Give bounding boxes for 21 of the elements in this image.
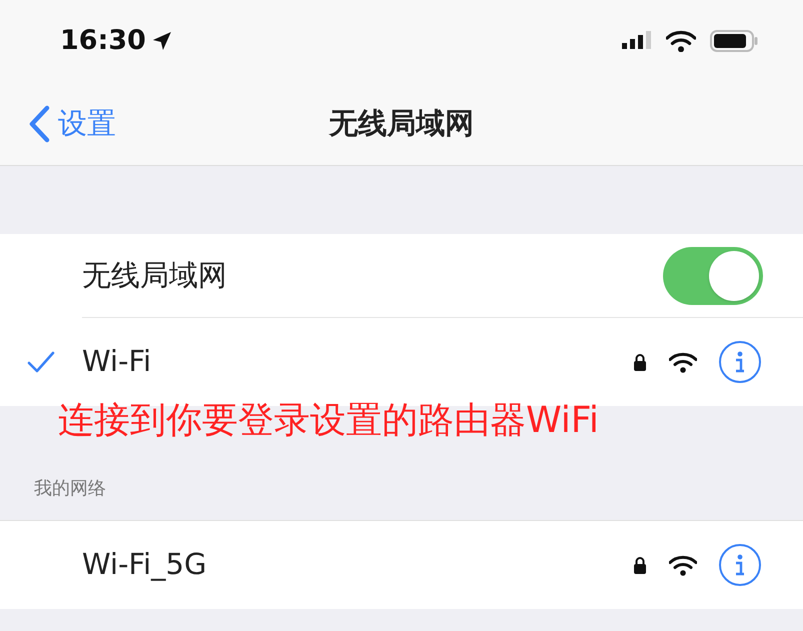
network-name: Wi-Fi xyxy=(82,343,152,380)
info-icon xyxy=(733,553,747,577)
checkmark-icon xyxy=(26,350,56,374)
wifi-icon xyxy=(669,352,697,372)
info-icon xyxy=(733,350,747,374)
info-button[interactable] xyxy=(719,544,761,586)
info-button[interactable] xyxy=(719,341,761,383)
location-arrow-icon xyxy=(152,31,172,51)
screen-title: 无线局域网 xyxy=(329,104,474,142)
network-name: Wi-Fi_5G xyxy=(82,546,208,584)
chevron-left-icon xyxy=(28,104,50,142)
wifi-toggle-label: 无线局域网 xyxy=(82,256,228,294)
network-row[interactable]: Wi-Fi_5G xyxy=(0,521,803,609)
battery-icon xyxy=(710,30,758,52)
section-header: 我的网络 xyxy=(34,477,107,501)
clock-time: 16:30 xyxy=(60,24,146,58)
wifi-icon xyxy=(669,554,697,576)
lock-icon xyxy=(633,353,647,371)
wifi-icon xyxy=(666,30,696,52)
lock-icon xyxy=(633,556,647,574)
signal-icon xyxy=(622,31,652,51)
